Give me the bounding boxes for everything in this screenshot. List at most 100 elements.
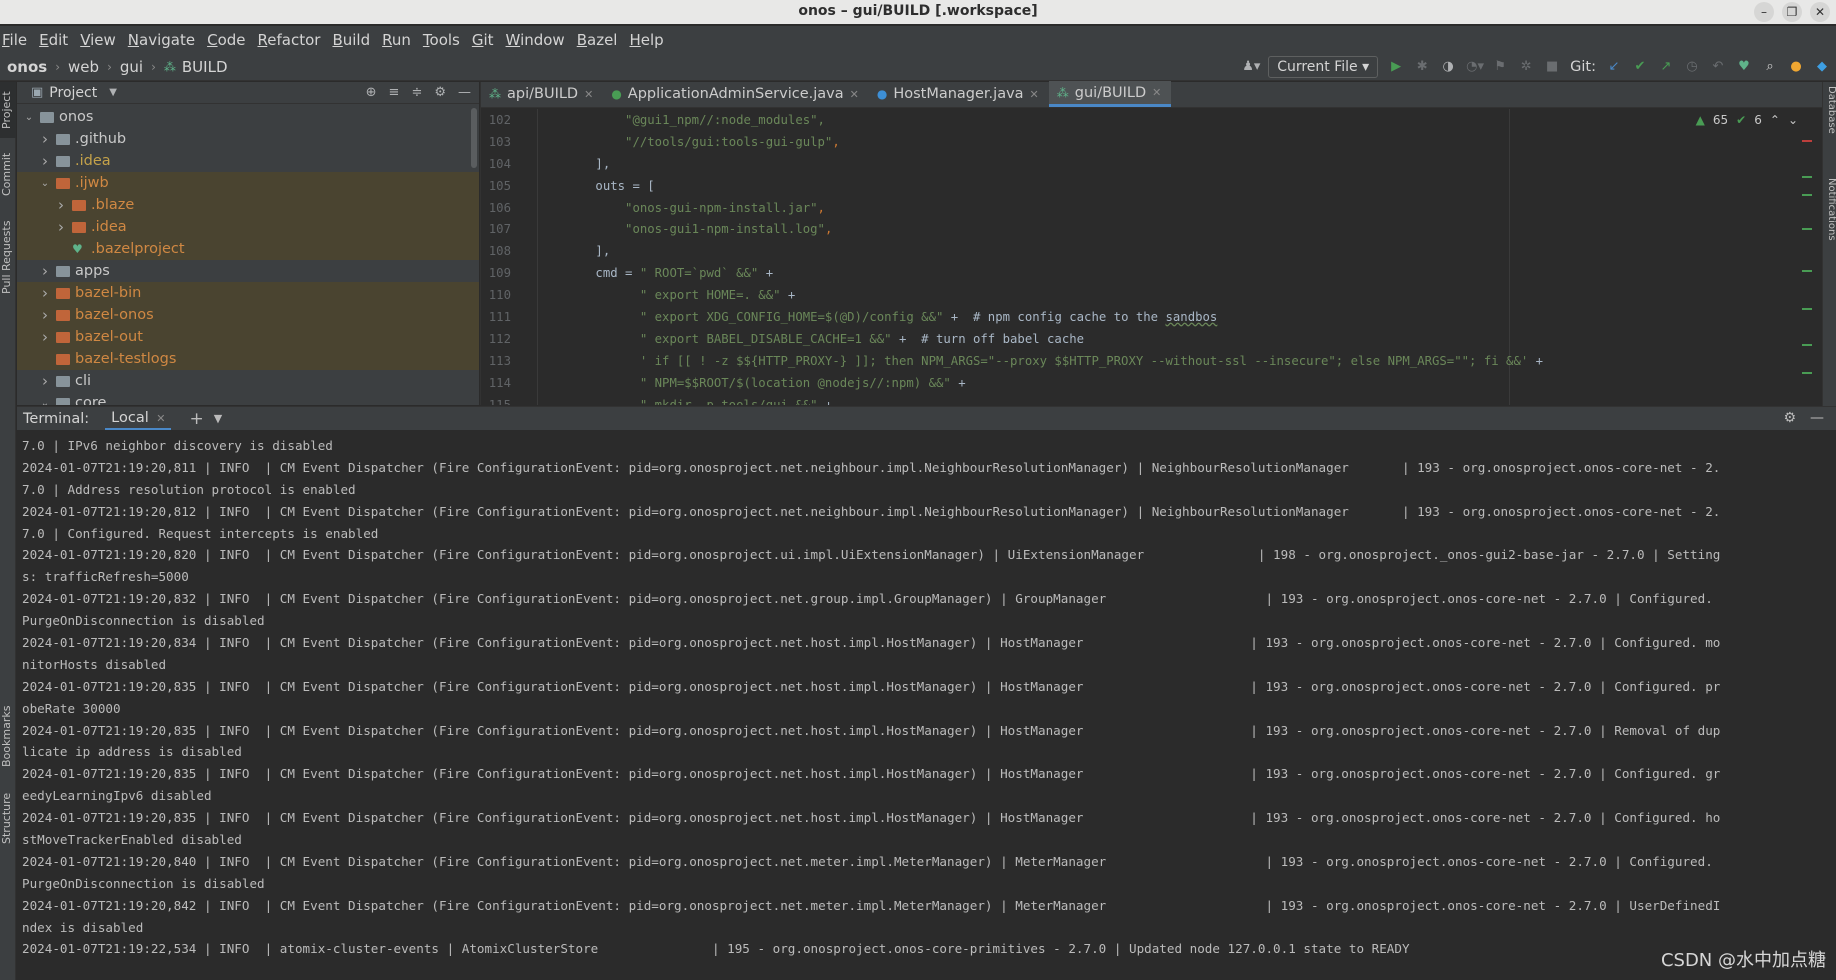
terminal-output[interactable]: 7.0 | IPv6 neighbor discovery is disable…	[17, 430, 1836, 980]
terminal-tab-local[interactable]: Local ✕	[105, 407, 172, 431]
chevron-right-icon[interactable]: ›	[37, 152, 53, 170]
menu-item-run[interactable]: Run	[382, 31, 417, 49]
git-history-icon[interactable]: ◷	[1684, 59, 1700, 75]
tool-tab-bookmarks[interactable]: Bookmarks	[0, 702, 16, 770]
tree-item[interactable]: bazel-testlogs	[17, 348, 479, 370]
search-icon[interactable]: ⌕	[1762, 59, 1778, 75]
breadcrumb-item-gui[interactable]: gui	[120, 58, 143, 76]
git-update-icon[interactable]: ↙	[1606, 59, 1622, 75]
locate-icon[interactable]: ⊕	[366, 85, 377, 100]
error-stripe-mark[interactable]	[1802, 308, 1812, 310]
tool-tab-pull-requests[interactable]: Pull Requests	[0, 214, 16, 300]
chevron-right-icon[interactable]: ›	[37, 262, 53, 280]
menu-item-edit[interactable]: Edit	[39, 31, 74, 49]
chevron-right-icon[interactable]: ›	[53, 218, 69, 236]
chevron-right-icon[interactable]: ›	[37, 130, 53, 148]
error-stripe-mark[interactable]	[1802, 194, 1812, 196]
minimize-button[interactable]: –	[1754, 2, 1774, 22]
editor-tab[interactable]: ⁂ gui/BUILD ✕	[1048, 81, 1172, 107]
menu-item-window[interactable]: Window	[506, 31, 571, 49]
menu-item-refactor[interactable]: Refactor	[258, 31, 327, 49]
tree-item[interactable]: › cli	[17, 370, 479, 392]
chevron-right-icon[interactable]: ›	[37, 284, 53, 302]
close-window-button[interactable]: ✕	[1810, 2, 1830, 22]
chevron-down-icon[interactable]: ⌄	[37, 398, 53, 406]
menu-item-navigate[interactable]: Navigate	[128, 31, 201, 49]
collapse-all-icon[interactable]: ≑	[411, 85, 422, 100]
git-commit-icon[interactable]: ✔	[1632, 59, 1648, 75]
tree-item[interactable]: › .idea	[17, 150, 479, 172]
chevron-up-icon[interactable]: ⌃	[1770, 113, 1780, 127]
hide-icon[interactable]: —	[1810, 410, 1824, 426]
tree-item[interactable]: › bazel-bin	[17, 282, 479, 304]
close-icon[interactable]: ✕	[850, 88, 859, 101]
chevron-down-icon[interactable]: ▼	[109, 87, 117, 98]
editor-tab[interactable]: ⁂ api/BUILD ✕	[481, 81, 603, 107]
menu-item-git[interactable]: Git	[472, 31, 500, 49]
run-icon[interactable]: ▶	[1388, 59, 1404, 75]
run-configuration-select[interactable]: Current File ▾	[1268, 56, 1379, 78]
chevron-down-icon[interactable]: ▼	[214, 412, 222, 425]
gear-icon[interactable]: ⚙	[1783, 410, 1796, 426]
chevron-down-icon[interactable]: ⌄	[1788, 113, 1798, 127]
chevron-right-icon[interactable]: ›	[53, 196, 69, 214]
gear-icon[interactable]: ⚙	[434, 85, 446, 100]
error-stripe-mark[interactable]	[1802, 228, 1812, 230]
editor-tab[interactable]: ● ApplicationAdminService.java ✕	[603, 81, 869, 107]
tree-item[interactable]: › .blaze	[17, 194, 479, 216]
git-rollback-icon[interactable]: ↶	[1710, 59, 1726, 75]
tree-item[interactable]: ⌄ onos	[17, 106, 479, 128]
close-icon[interactable]: ✕	[153, 412, 165, 425]
close-icon[interactable]: ✕	[1152, 86, 1161, 99]
new-terminal-icon[interactable]: +	[189, 409, 203, 429]
tree-item[interactable]: › .github	[17, 128, 479, 150]
tree-item[interactable]: › bazel-out	[17, 326, 479, 348]
expand-all-icon[interactable]: ≡	[389, 85, 400, 100]
chevron-down-icon[interactable]: ⌄	[21, 112, 37, 123]
breadcrumb-item-build[interactable]: BUILD	[182, 58, 228, 76]
project-scrollbar[interactable]	[471, 108, 477, 168]
stop-icon[interactable]: ■	[1544, 59, 1560, 75]
coverage-icon[interactable]: ◑	[1440, 59, 1456, 75]
chevron-right-icon[interactable]: ›	[37, 306, 53, 324]
error-stripe-mark[interactable]	[1802, 270, 1812, 272]
bazel-sync-icon[interactable]: ♥	[1736, 59, 1752, 75]
error-stripe-mark[interactable]	[1802, 140, 1812, 142]
tool-tab-project[interactable]: Project	[0, 82, 16, 138]
tree-item[interactable]: › bazel-onos	[17, 304, 479, 326]
menu-item-build[interactable]: Build	[332, 31, 376, 49]
git-push-icon[interactable]: ↗	[1658, 59, 1674, 75]
error-stripe-mark[interactable]	[1802, 344, 1812, 346]
error-stripe-mark[interactable]	[1802, 372, 1812, 374]
profile-icon[interactable]: ◔▾	[1466, 59, 1484, 75]
menu-item-tools[interactable]: Tools	[423, 31, 466, 49]
menu-item-code[interactable]: Code	[207, 31, 251, 49]
update-icon[interactable]: ●	[1788, 59, 1804, 75]
tree-item[interactable]: › .idea	[17, 216, 479, 238]
chevron-down-icon[interactable]: ⌄	[37, 178, 53, 189]
close-icon[interactable]: ✕	[1030, 88, 1039, 101]
tree-item[interactable]: ⌄ .ijwb	[17, 172, 479, 194]
tool-tab-structure[interactable]: Structure	[0, 787, 16, 849]
tree-item[interactable]: ⌄ core	[17, 392, 479, 405]
editor-tab[interactable]: ● HostManager.java ✕	[869, 81, 1049, 107]
tool-tab-notifications[interactable]: Notifications	[1823, 178, 1836, 266]
menu-item-file[interactable]: File	[2, 31, 33, 49]
tree-item[interactable]: › apps	[17, 260, 479, 282]
close-icon[interactable]: ✕	[584, 88, 593, 101]
chevron-right-icon[interactable]: ›	[37, 372, 53, 390]
breadcrumb-item-onos[interactable]: onos	[7, 58, 47, 76]
tree-item[interactable]: ♥ .bazelproject	[17, 238, 479, 260]
menu-item-bazel[interactable]: Bazel	[577, 31, 624, 49]
inspection-widget[interactable]: ▲ 65 ✔ 6 ⌃ ⌄	[1696, 113, 1798, 127]
user-icon[interactable]: ♟▾	[1242, 59, 1260, 75]
error-stripe-mark[interactable]	[1802, 176, 1812, 178]
build-icon[interactable]: ⚑	[1492, 59, 1508, 75]
hide-icon[interactable]: —	[458, 85, 471, 100]
menu-item-help[interactable]: Help	[629, 31, 669, 49]
code-view[interactable]: 102 "@gui1_npm//:node_modules", 103 "//to…	[481, 109, 1823, 405]
project-panel-title[interactable]: Project	[49, 85, 97, 101]
menu-item-view[interactable]: View	[80, 31, 122, 49]
attach-debugger-icon[interactable]: ✲	[1518, 59, 1534, 75]
maximize-button[interactable]: ❐	[1782, 2, 1802, 22]
